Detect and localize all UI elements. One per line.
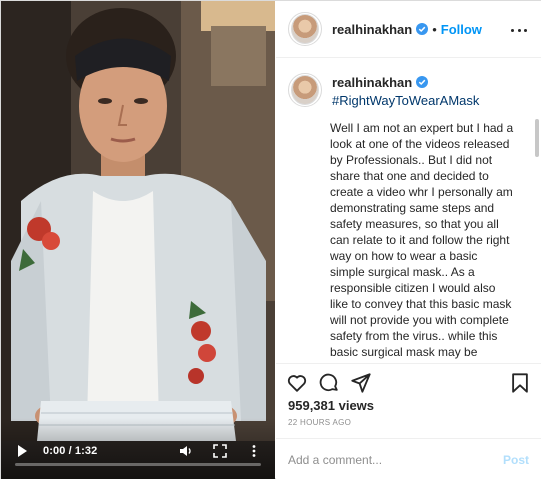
caption-avatar[interactable] bbox=[288, 73, 322, 107]
fullscreen-icon[interactable] bbox=[213, 444, 227, 458]
verified-icon bbox=[416, 23, 429, 35]
action-bar bbox=[276, 363, 541, 397]
header-username[interactable]: realhinakhan bbox=[332, 22, 412, 37]
video-scrubber[interactable] bbox=[15, 463, 261, 466]
more-vertical-icon[interactable] bbox=[247, 444, 261, 458]
bookmark-icon[interactable] bbox=[509, 372, 531, 394]
post-timestamp[interactable]: 22 HOURS AGO bbox=[288, 418, 351, 427]
view-count[interactable]: 959,381 views bbox=[288, 398, 374, 413]
avatar-image bbox=[291, 75, 319, 105]
video-controls-row: 0:00 / 1:32 bbox=[15, 442, 261, 460]
caption-header: realhinakhan #RightWayToWearAMask bbox=[288, 73, 529, 108]
comment-icon[interactable] bbox=[318, 372, 340, 394]
caption-hashtag[interactable]: #RightWayToWearAMask bbox=[332, 93, 479, 108]
caption-username[interactable]: realhinakhan bbox=[332, 75, 479, 90]
video-player[interactable]: 0:00 / 1:32 bbox=[1, 1, 275, 479]
header-avatar[interactable] bbox=[288, 12, 322, 46]
comment-input[interactable] bbox=[288, 452, 503, 467]
follow-button[interactable]: Follow bbox=[441, 22, 482, 37]
caption-scrollbar[interactable] bbox=[535, 119, 539, 157]
post-header: realhinakhan • Follow bbox=[276, 1, 541, 58]
caption-meta: realhinakhan #RightWayToWearAMask bbox=[332, 73, 479, 108]
caption-text: Well I am not an expert but I had a look… bbox=[330, 121, 514, 362]
instagram-post-modal: 0:00 / 1:32 realhinakhan • Follow realhi… bbox=[0, 0, 541, 479]
caption-area[interactable]: realhinakhan #RightWayToWearAMask Well I… bbox=[276, 59, 541, 362]
header-separator: • bbox=[432, 21, 437, 37]
post-side-panel: realhinakhan • Follow realhinakhan #Righ… bbox=[276, 1, 541, 479]
volume-icon[interactable] bbox=[179, 444, 193, 458]
avatar-image bbox=[291, 14, 319, 44]
comment-bar: Post bbox=[276, 438, 541, 479]
heart-icon[interactable] bbox=[286, 372, 308, 394]
video-time: 0:00 / 1:32 bbox=[43, 445, 98, 457]
more-options-icon[interactable] bbox=[511, 23, 527, 37]
video-frame-image bbox=[1, 1, 275, 479]
play-icon[interactable] bbox=[15, 444, 29, 458]
video-controls: 0:00 / 1:32 bbox=[1, 418, 275, 479]
post-comment-button[interactable]: Post bbox=[503, 453, 529, 467]
share-icon[interactable] bbox=[350, 372, 372, 394]
verified-icon bbox=[416, 76, 429, 88]
